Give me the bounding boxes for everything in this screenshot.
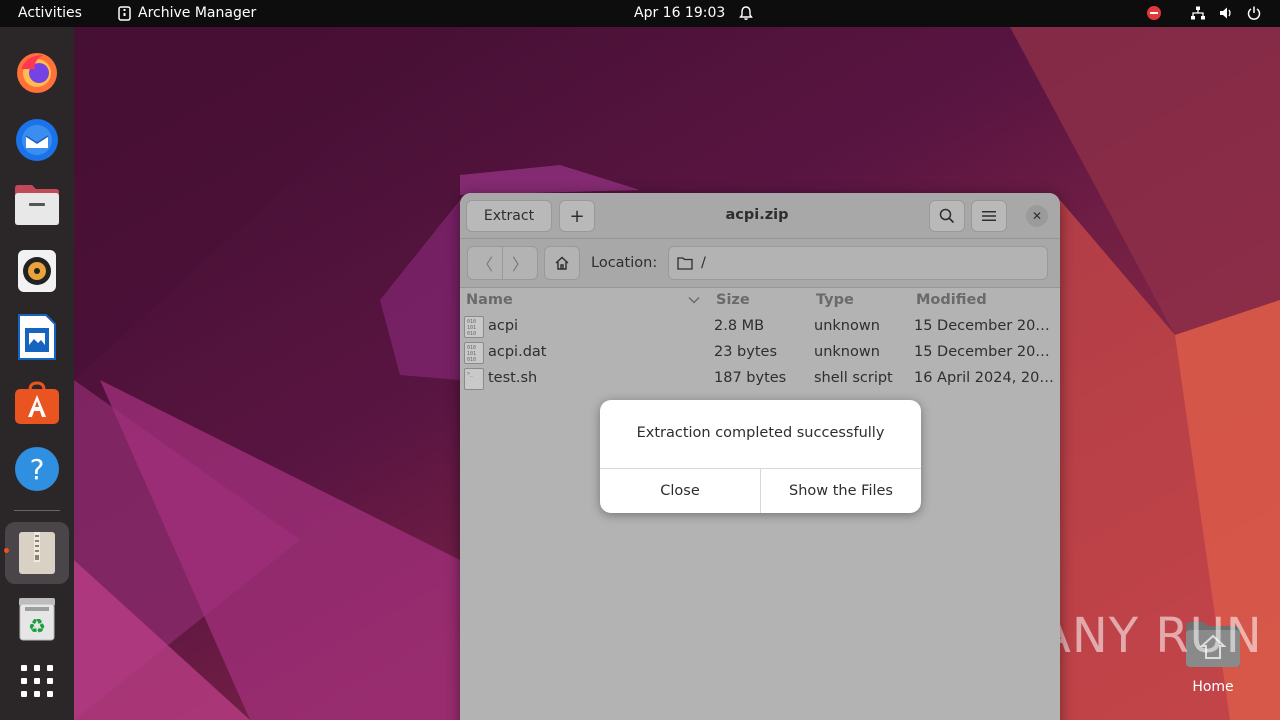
do-not-disturb-icon (1147, 6, 1161, 20)
dock-item-app-center[interactable] (8, 374, 66, 432)
dock-item-archive-manager[interactable] (5, 522, 69, 584)
file-name: acpi.dat (488, 344, 547, 360)
app-menu[interactable]: Archive Manager (118, 5, 256, 21)
back-button[interactable]: 〈 (467, 246, 503, 280)
notification-bell-icon[interactable] (738, 5, 754, 21)
home-icon (555, 256, 569, 270)
help-icon: ? (15, 447, 59, 491)
file-size: 2.8 MB (714, 318, 765, 334)
trash-icon: ♻ (19, 598, 55, 641)
column-type[interactable]: Type (816, 292, 854, 308)
files-icon (15, 185, 59, 225)
dock-item-thunderbird[interactable] (8, 110, 66, 168)
show-files-button[interactable]: Show the Files (761, 469, 921, 513)
file-name: test.sh (488, 370, 538, 386)
archive-manager-small-icon (118, 5, 131, 21)
dock-separator (14, 510, 60, 511)
activities-button[interactable]: Activities (18, 5, 82, 21)
hamburger-menu-icon (982, 211, 996, 221)
file-row[interactable]: 010 101 010 acpi.dat 23 bytes unknown 15 D… (460, 340, 1060, 366)
writer-icon (18, 314, 56, 360)
script-file-icon: >_ (464, 368, 484, 390)
svg-text:?: ? (30, 453, 45, 486)
search-button[interactable] (929, 200, 965, 232)
file-size: 23 bytes (714, 344, 778, 360)
dock-item-files[interactable] (8, 176, 66, 234)
file-row[interactable]: >_ test.sh 187 bytes shell script 16 Apr… (460, 366, 1060, 392)
file-type: unknown (814, 318, 880, 334)
dock-item-trash[interactable]: ♻ (8, 590, 66, 648)
location-label: Location: (591, 255, 658, 271)
running-indicator (4, 548, 9, 553)
archive-manager-icon (19, 532, 55, 574)
home-folder-label: Home (1192, 679, 1234, 695)
column-headers: Name Size Type Modified (460, 289, 1060, 311)
binary-file-icon: 010 101 010 (464, 316, 484, 338)
file-type: unknown (814, 344, 880, 360)
file-modified: 16 April 2024, 20… (914, 370, 1054, 386)
binary-file-icon: 010 101 010 (464, 342, 484, 364)
file-modified: 15 December 20… (914, 344, 1050, 360)
extraction-complete-dialog: Extraction completed successfully Close … (600, 400, 921, 513)
dialog-buttons: Close Show the Files (600, 468, 921, 513)
search-icon (939, 208, 955, 224)
home-button[interactable] (544, 246, 580, 280)
show-apps-icon (21, 665, 53, 697)
dock-item-show-apps[interactable] (8, 652, 66, 710)
dock: ? ♻ (0, 27, 74, 720)
file-modified: 15 December 20… (914, 318, 1050, 334)
file-name: acpi (488, 318, 519, 334)
file-size: 187 bytes (714, 370, 787, 386)
chevron-left-icon: 〈 (476, 255, 493, 274)
dock-item-firefox[interactable] (8, 44, 66, 102)
volume-icon (1220, 7, 1231, 19)
power-icon (1247, 6, 1261, 20)
system-tray[interactable] (1146, 5, 1262, 21)
dock-item-rhythmbox[interactable] (8, 242, 66, 300)
file-type: shell script (814, 370, 893, 386)
sort-chevron-down-icon (688, 297, 700, 304)
chevron-right-icon: 〉 (511, 255, 528, 274)
firefox-icon (17, 53, 57, 93)
folder-icon (677, 257, 693, 270)
header-bar: Extract + acpi.zip ✕ (460, 193, 1060, 239)
column-modified[interactable]: Modified (916, 292, 987, 308)
column-size[interactable]: Size (716, 292, 750, 308)
svg-text:♻: ♻ (28, 614, 46, 638)
dock-item-writer[interactable] (8, 308, 66, 366)
watermark: ANY RUN (1038, 608, 1263, 664)
main-menu-button[interactable] (971, 200, 1007, 232)
file-row[interactable]: 010 101 010 acpi 2.8 MB unknown 15 Decembe… (460, 314, 1060, 340)
top-bar: Activities Archive Manager Apr 16 19:03 (0, 0, 1280, 27)
location-bar: 〈 〉 Location: / (460, 239, 1060, 288)
window-close-button[interactable]: ✕ (1026, 205, 1048, 227)
network-icon (1191, 6, 1205, 20)
close-button[interactable]: Close (600, 469, 761, 513)
column-name[interactable]: Name (466, 292, 513, 308)
app-name: Archive Manager (138, 5, 257, 21)
thunderbird-icon (16, 119, 58, 161)
close-icon: ✕ (1031, 209, 1043, 223)
location-field[interactable]: / (668, 246, 1048, 280)
app-center-icon (15, 381, 59, 424)
dialog-message: Extraction completed successfully (636, 425, 885, 441)
dock-item-help[interactable]: ? (8, 440, 66, 498)
forward-button[interactable]: 〉 (502, 246, 538, 280)
clock[interactable]: Apr 16 19:03 (634, 5, 725, 21)
rhythmbox-icon (18, 250, 56, 292)
location-value: / (701, 255, 706, 271)
